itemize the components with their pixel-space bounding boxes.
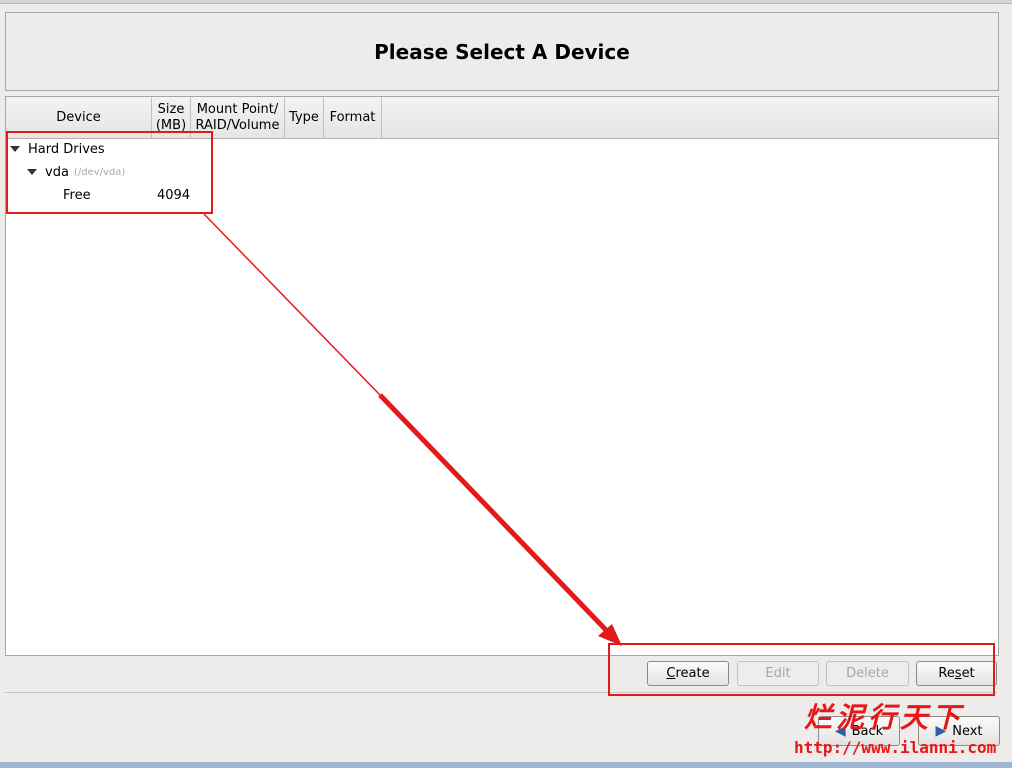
column-header-mount-point[interactable]: Mount Point/RAID/Volume: [191, 97, 285, 138]
page-title: Please Select A Device: [374, 39, 630, 64]
column-header-format[interactable]: Format: [324, 97, 382, 138]
device-tree-view[interactable]: Device Size (MB) Mount Point/RAID/Volume …: [5, 96, 999, 656]
bottom-edge-strip: [0, 762, 1012, 768]
delete-button[interactable]: Delete: [826, 661, 909, 686]
tree-label-vda: vda: [45, 164, 69, 180]
column-header-device[interactable]: Device: [6, 97, 152, 138]
arrow-left-icon: ◀: [834, 723, 846, 739]
column-header-type[interactable]: Type: [285, 97, 324, 138]
separator: [5, 692, 997, 693]
expander-down-icon[interactable]: [27, 169, 37, 175]
title-panel: Please Select A Device: [5, 12, 999, 91]
tree-free-size: 4094: [157, 187, 191, 203]
reset-button[interactable]: Re s et: [916, 661, 997, 686]
expander-down-icon[interactable]: [10, 146, 20, 152]
column-header-row: Device Size (MB) Mount Point/RAID/Volume …: [6, 97, 998, 139]
edit-button[interactable]: Edit: [737, 661, 819, 686]
tree-row-hard-drives[interactable]: Hard Drives: [10, 139, 105, 159]
window-top-strip: [0, 0, 1012, 4]
create-button[interactable]: Create: [647, 661, 729, 686]
tree-row-vda[interactable]: vda (/dev/vda): [27, 162, 125, 182]
back-button[interactable]: ◀ Back: [818, 716, 900, 746]
column-header-size[interactable]: Size (MB): [152, 97, 191, 138]
next-button[interactable]: ▶ Next: [918, 716, 1000, 746]
tree-label-free: Free: [63, 187, 91, 203]
tree-row-free[interactable]: Free 4094: [63, 185, 213, 205]
tree-label-vda-path: (/dev/vda): [73, 166, 126, 178]
tree-label-hard-drives: Hard Drives: [28, 141, 105, 157]
arrow-right-icon: ▶: [935, 723, 947, 739]
